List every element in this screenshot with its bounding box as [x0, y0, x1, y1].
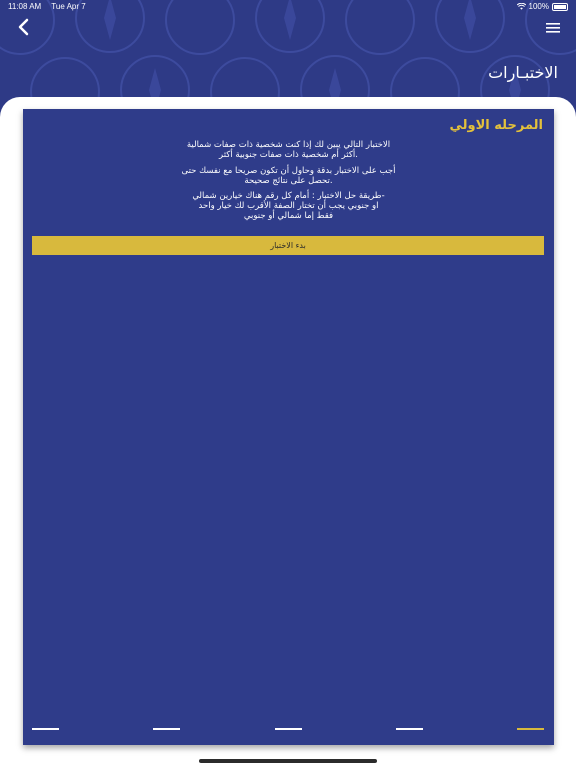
instruction-paragraph: أجب على الاختبار بدقة وحاول أن تكون صريح…: [23, 166, 554, 186]
method-line-2: او جنوبي يجب أن تختار الصفة الأقرب لك خي…: [198, 201, 379, 211]
method-line-3: فقط إما شمالي أو جنوبي: [243, 211, 334, 221]
battery-percent: 100%: [528, 2, 549, 11]
instruction-line-2: تحصل على نتائج صحيحة.: [244, 176, 333, 186]
start-test-button[interactable]: بدء الاختبار: [32, 236, 544, 255]
instruction-line-1: أجب على الاختبار بدقة وحاول أن تكون صريح…: [181, 166, 396, 176]
page-indicator-dot-3[interactable]: [274, 728, 302, 730]
menu-button[interactable]: [544, 20, 562, 36]
page-indicator: [32, 728, 544, 732]
card-title: المرحله الاولي: [449, 118, 543, 133]
home-indicator[interactable]: [199, 759, 377, 763]
page-indicator-dot-1[interactable]: [32, 728, 59, 730]
method-line-1: طريقة حل الاختبار : أمام كل رقم هناك خيا…: [192, 191, 385, 201]
stage-card: المرحله الاولي الاختبار التالي يبين لك إ…: [23, 109, 554, 745]
status-bar: 11:08 AM Tue Apr 7 100%: [0, 0, 576, 14]
page-indicator-dot-2[interactable]: [153, 728, 181, 730]
header-compass-pattern: [0, 0, 576, 110]
page-indicator-dot-4[interactable]: [395, 728, 423, 730]
back-button[interactable]: [14, 16, 34, 38]
wifi-icon: [516, 3, 526, 10]
intro-line-1: الاختبار التالي يبين لك إذا كنت شخصية ذا…: [186, 140, 391, 150]
hamburger-menu-icon: [546, 23, 560, 33]
page-indicator-dot-5[interactable]: [517, 728, 544, 730]
page-title: الاختبـارات: [488, 63, 558, 82]
chevron-left-icon: [18, 18, 29, 36]
battery-icon: [552, 2, 568, 11]
status-date: Tue Apr 7: [51, 2, 86, 11]
intro-line-2: أكثر أم شخصية ذات صفات جنوبية أكثر.: [219, 150, 358, 160]
method-paragraph: طريقة حل الاختبار : أمام كل رقم هناك خيا…: [23, 191, 554, 221]
status-time: 11:08 AM: [8, 2, 42, 11]
intro-paragraph: الاختبار التالي يبين لك إذا كنت شخصية ذا…: [23, 140, 554, 160]
